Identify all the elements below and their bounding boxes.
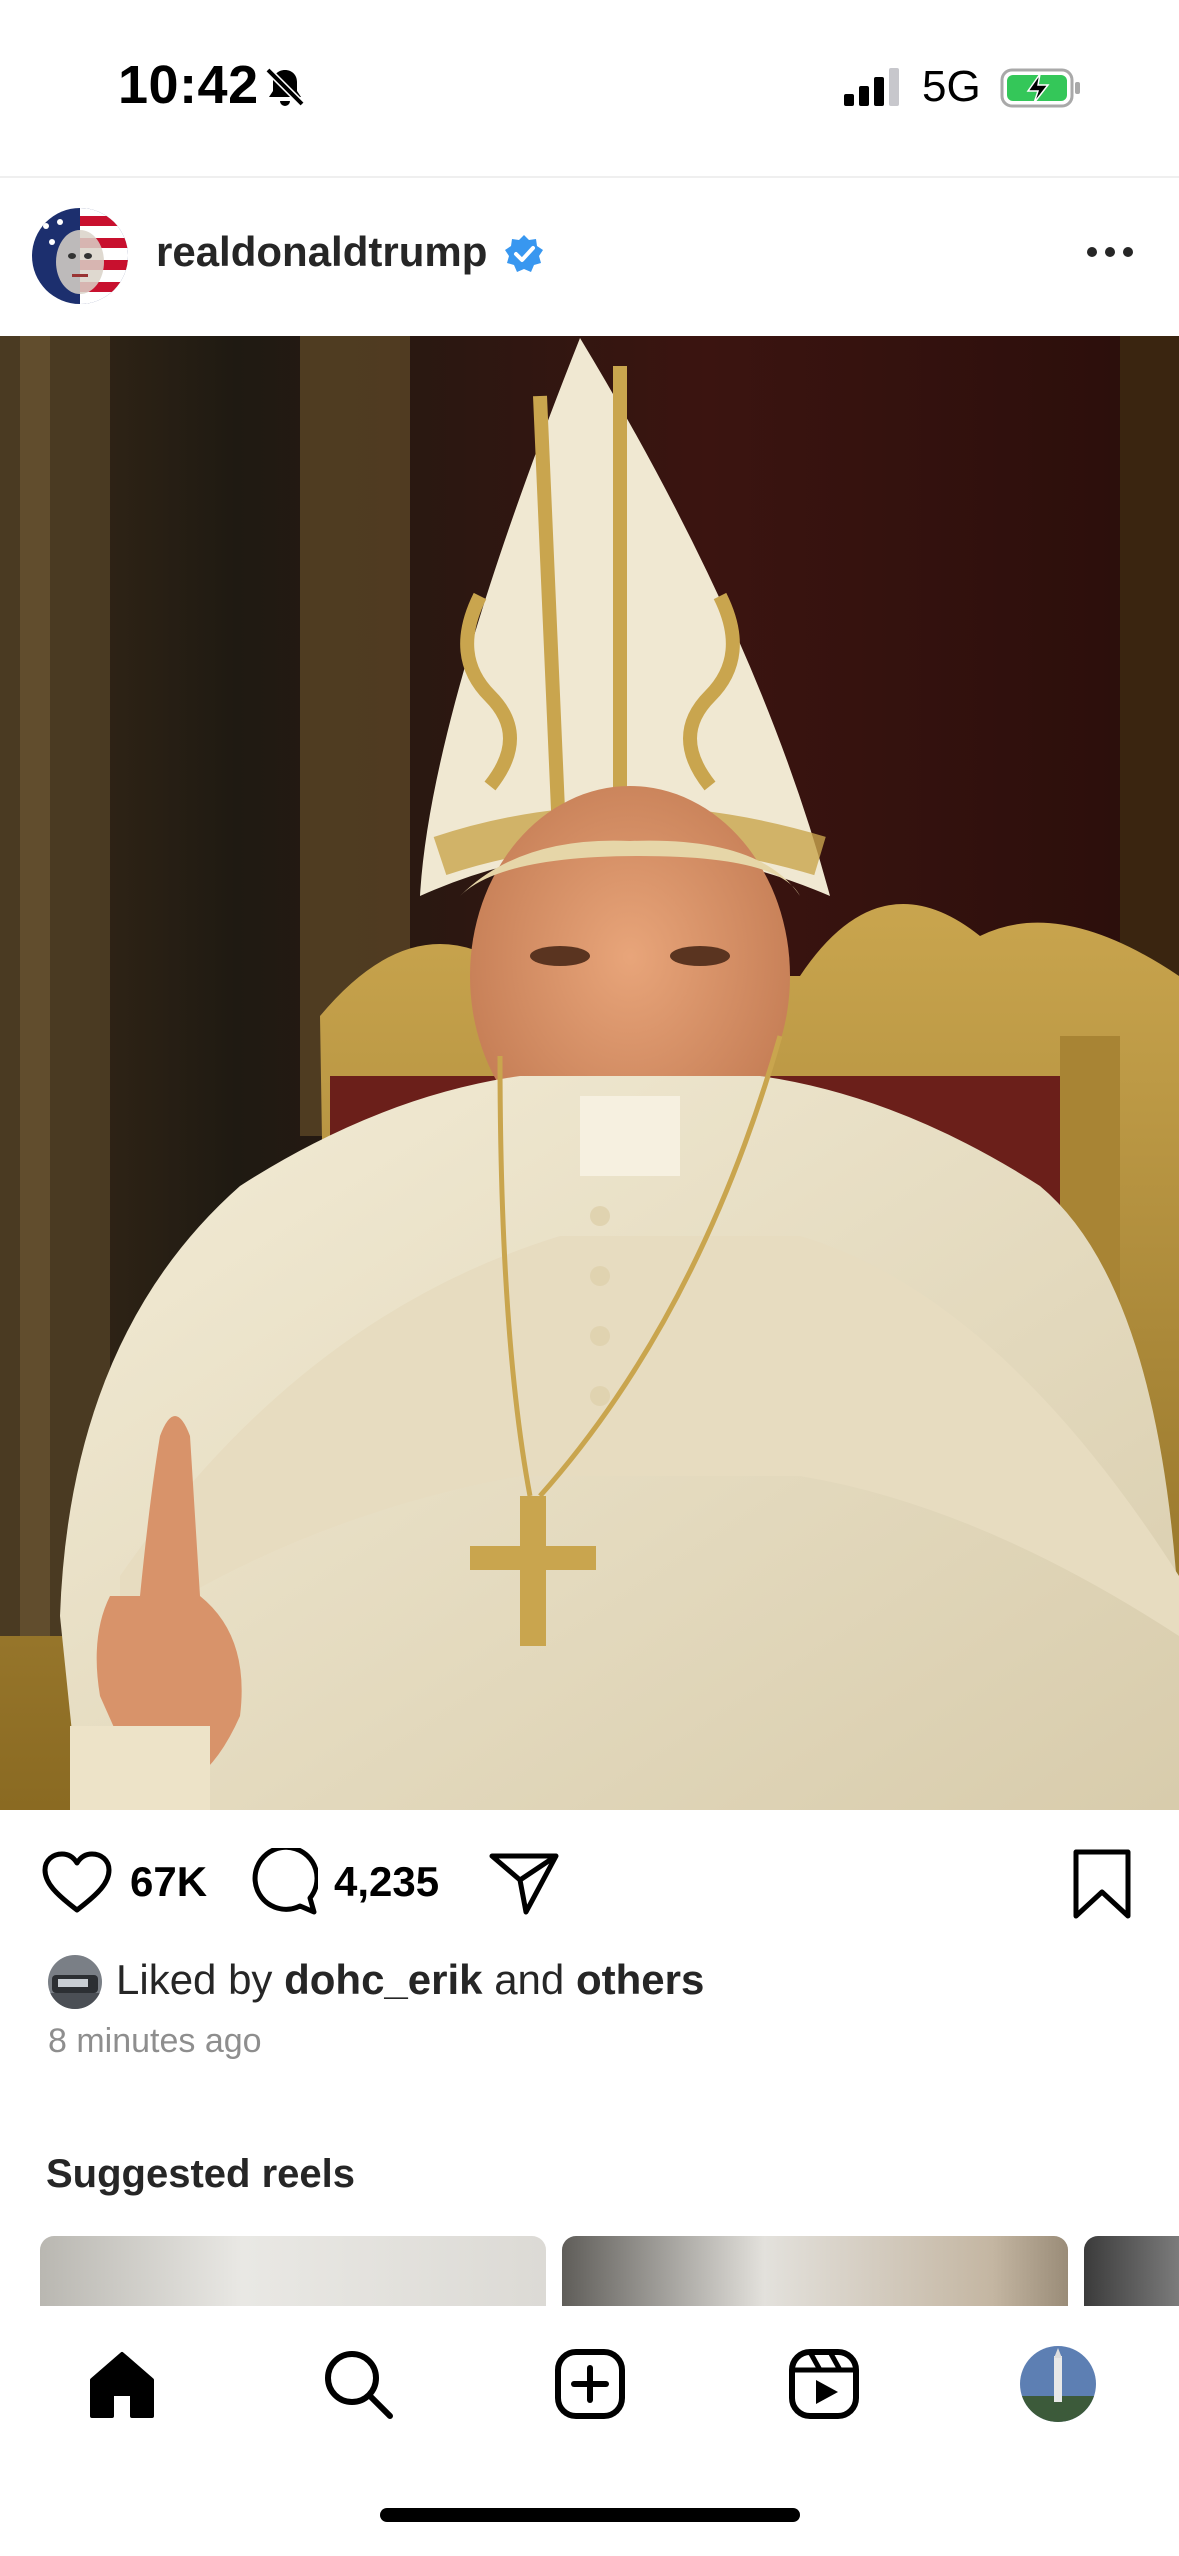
reels-icon[interactable] <box>786 2346 862 2422</box>
liked-by-text: Liked by dohc_erik and others <box>116 1956 705 2003</box>
post-timestamp: 8 minutes ago <box>48 2022 262 2060</box>
profile-avatar[interactable] <box>1020 2346 1096 2422</box>
search-icon[interactable] <box>320 2346 396 2422</box>
author-username[interactable]: realdonaldtrump <box>156 228 487 276</box>
liked-by-others-link[interactable]: others <box>576 1956 704 2003</box>
divider <box>0 176 1179 178</box>
author-avatar[interactable] <box>32 208 128 304</box>
liker-avatar[interactable] <box>48 1955 102 2009</box>
like-heart-icon[interactable] <box>40 1850 114 1916</box>
likes-count[interactable]: 67K <box>130 1858 207 1906</box>
share-paper-plane-icon[interactable] <box>488 1848 560 1918</box>
save-bookmark-icon[interactable] <box>1070 1848 1134 1920</box>
home-icon[interactable] <box>84 2346 160 2422</box>
suggested-reel-thumbnail[interactable] <box>40 2236 546 2306</box>
bell-slash-icon <box>265 67 305 107</box>
comments-count[interactable]: 4,235 <box>334 1858 439 1906</box>
suggested-reel-thumbnail[interactable] <box>562 2236 1068 2306</box>
status-time: 10:42 <box>118 55 259 115</box>
post-image[interactable] <box>0 336 1179 1810</box>
more-options-icon[interactable] <box>1080 232 1140 272</box>
battery-charging-icon <box>1000 68 1080 108</box>
home-indicator <box>380 2508 800 2522</box>
verified-badge-icon <box>505 235 543 272</box>
create-post-icon[interactable] <box>552 2346 628 2422</box>
suggested-reels-title: Suggested reels <box>46 2152 356 2196</box>
comment-bubble-icon[interactable] <box>248 1848 318 1918</box>
network-type: 5G <box>922 62 981 111</box>
liked-by-username[interactable]: dohc_erik <box>284 1956 482 2003</box>
signal-icon <box>844 68 899 106</box>
suggested-reel-thumbnail[interactable] <box>1084 2236 1179 2306</box>
